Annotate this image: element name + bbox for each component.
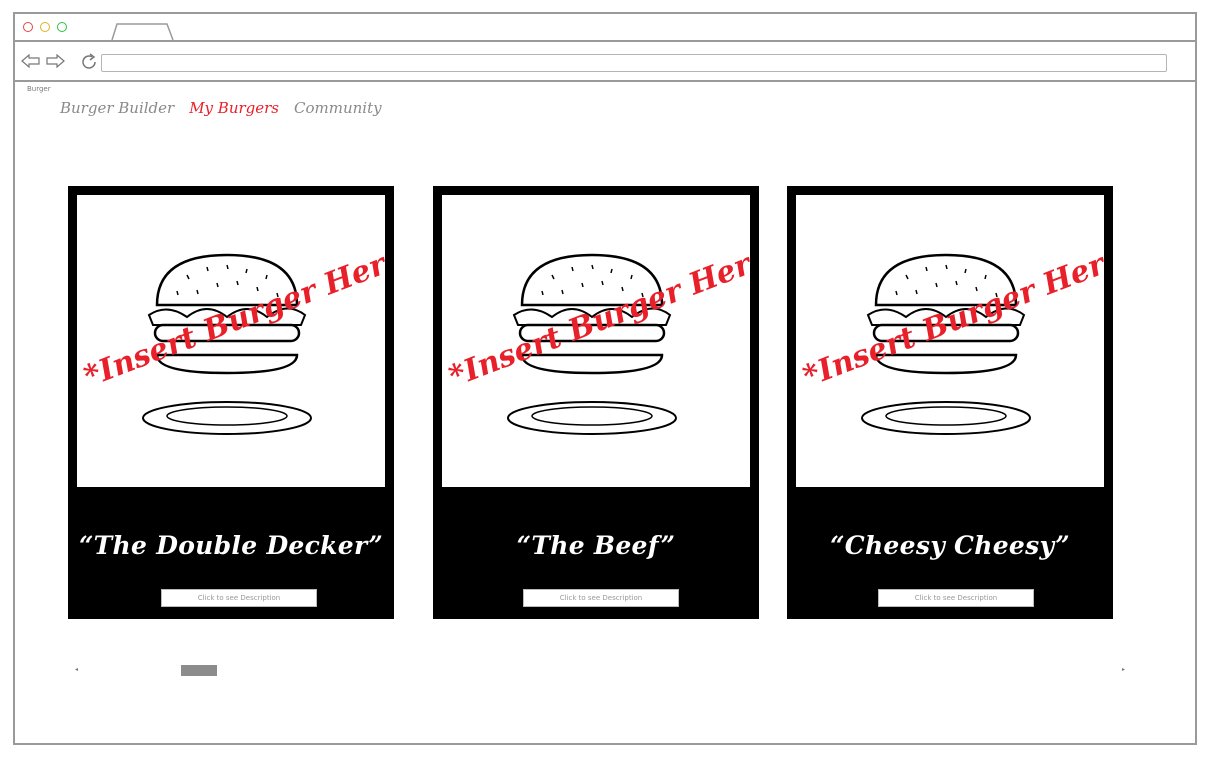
plate-icon <box>142 401 312 435</box>
reload-icon[interactable] <box>81 53 99 71</box>
close-window-icon[interactable] <box>23 22 33 32</box>
horizontal-scrollbar[interactable]: ◂ ▸ <box>75 664 1125 678</box>
plate-icon <box>507 401 677 435</box>
scroll-thumb[interactable] <box>181 665 217 676</box>
nav-community[interactable]: Community <box>294 99 382 117</box>
nav-burger-builder[interactable]: Burger Builder <box>60 99 174 117</box>
forward-arrow-icon[interactable] <box>45 54 65 68</box>
address-bar[interactable] <box>101 54 1167 72</box>
browser-toolbar <box>15 42 1195 82</box>
plate-icon <box>861 401 1031 435</box>
burger-card: *Insert Burger Here “Cheesy Cheesy” Clic… <box>787 186 1113 619</box>
browser-window: Burger Burger Builder My Burgers Communi… <box>13 12 1197 745</box>
see-description-button[interactable]: Click to see Description <box>878 589 1034 607</box>
burger-card: *Insert Burger Here “The Double Decker” … <box>68 186 394 619</box>
burger-image-placeholder: *Insert Burger Here <box>442 195 750 487</box>
scroll-right-arrow-icon[interactable]: ▸ <box>1122 666 1125 673</box>
burger-name: “The Double Decker” <box>78 531 384 560</box>
browser-tab[interactable] <box>111 23 175 41</box>
burger-image-placeholder: *Insert Burger Here <box>77 195 385 487</box>
page-tab-label: Burger <box>27 85 51 93</box>
back-arrow-icon[interactable] <box>21 54 41 68</box>
nav-my-burgers[interactable]: My Burgers <box>189 99 279 117</box>
title-bar <box>15 14 1195 42</box>
main-nav: Burger Builder My Burgers Community <box>60 99 382 117</box>
see-description-button[interactable]: Click to see Description <box>161 589 317 607</box>
burger-name: “The Beef” <box>516 531 676 560</box>
burger-image-placeholder: *Insert Burger Here <box>796 195 1104 487</box>
maximize-window-icon[interactable] <box>57 22 67 32</box>
scroll-left-arrow-icon[interactable]: ◂ <box>75 666 78 673</box>
minimize-window-icon[interactable] <box>40 22 50 32</box>
burger-name: “Cheesy Cheesy” <box>830 531 1070 560</box>
see-description-button[interactable]: Click to see Description <box>523 589 679 607</box>
burger-card: *Insert Burger Here “The Beef” Click to … <box>433 186 759 619</box>
